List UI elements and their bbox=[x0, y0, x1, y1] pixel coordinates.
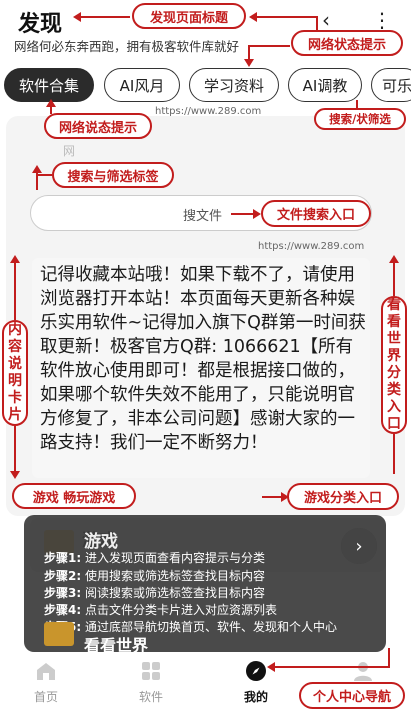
tab-study-materials[interactable]: 学习资料 bbox=[189, 68, 279, 102]
tab-ai-fengyue[interactable]: AI风月 bbox=[104, 68, 180, 102]
watermark-2: https://www.289.com bbox=[258, 241, 365, 252]
world-card-title: 看看世界 bbox=[84, 636, 149, 655]
step-1: 步骤1: 进入发现页面查看内容提示与分类 bbox=[44, 551, 265, 565]
annotation-arrow bbox=[249, 12, 316, 22]
annotation-line bbox=[356, 100, 358, 108]
search-placeholder: 搜文件 bbox=[183, 209, 223, 224]
annotation-content-card: 内容说明卡片 bbox=[2, 320, 28, 426]
overlay-chevron-icon[interactable]: › bbox=[341, 528, 377, 564]
annotation-game-category: 游戏分类入口 bbox=[287, 483, 399, 510]
annotation-arrow bbox=[389, 255, 399, 296]
annotation-line bbox=[388, 648, 390, 668]
annotation-arrow bbox=[73, 12, 130, 22]
annotation-network-status: 网络状态提示 bbox=[291, 30, 403, 56]
annotation-arrow bbox=[231, 209, 261, 219]
faint-label: 网 bbox=[63, 144, 76, 158]
tab-software-collection[interactable]: 软件合集 bbox=[4, 68, 94, 102]
annotation-arrow bbox=[10, 426, 20, 479]
annotation-world-category: 看看世界分类入口 bbox=[381, 296, 407, 434]
annotation-arrow bbox=[10, 255, 20, 320]
back-icon[interactable]: ‹ bbox=[322, 8, 330, 32]
page-title: 发现 bbox=[18, 12, 63, 37]
nav-software[interactable]: 软件 bbox=[121, 660, 181, 705]
annotation-games: 游戏 畅玩游戏 bbox=[12, 483, 136, 509]
annotation-search-filter: 搜索/状筛选 bbox=[314, 108, 406, 130]
annotation-arrow bbox=[244, 45, 254, 67]
page-subtitle: 网络何必东奔西跑，拥有极客软件库就好 bbox=[14, 39, 240, 54]
step-2: 步骤2: 使用搜索或筛选标签查找目标内容 bbox=[44, 569, 265, 583]
nav-home[interactable]: 首页 bbox=[16, 660, 76, 705]
annotation-arrow bbox=[46, 99, 56, 114]
annotation-line bbox=[393, 434, 395, 474]
notice-text: 记得收藏本站哦！如果下载不了，请使用浏览器打开本站！本页面每天更新各种娱乐实用软… bbox=[40, 265, 366, 453]
annotation-line bbox=[250, 45, 290, 47]
grid-icon bbox=[121, 660, 181, 684]
compass-icon bbox=[226, 660, 286, 684]
tab-cola[interactable]: 可乐 bbox=[371, 68, 411, 102]
annotation-arrow bbox=[267, 662, 390, 672]
home-icon bbox=[16, 660, 76, 684]
annotation-page-title: 发现页面标题 bbox=[132, 3, 246, 29]
annotation-profile-nav: 个人中心导航 bbox=[299, 682, 405, 709]
annotation-network-hint: 网络说态提示 bbox=[44, 113, 152, 139]
step-4: 步骤4: 点击文件分类卡片进入对应资源列表 bbox=[44, 603, 277, 617]
folder-icon-2 bbox=[44, 622, 74, 646]
tab-ai-tuning[interactable]: AI调教 bbox=[288, 68, 362, 102]
more-icon[interactable]: ⋮ bbox=[372, 8, 392, 32]
annotation-file-search: 文件搜索入口 bbox=[261, 200, 371, 227]
step-3: 步骤3: 阅读搜索或筛选标签查找目标内容 bbox=[44, 586, 265, 600]
annotation-line bbox=[36, 174, 52, 176]
annotation-search-filter-tags: 搜索与筛选标签 bbox=[52, 162, 174, 188]
annotation-arrow bbox=[262, 492, 289, 502]
